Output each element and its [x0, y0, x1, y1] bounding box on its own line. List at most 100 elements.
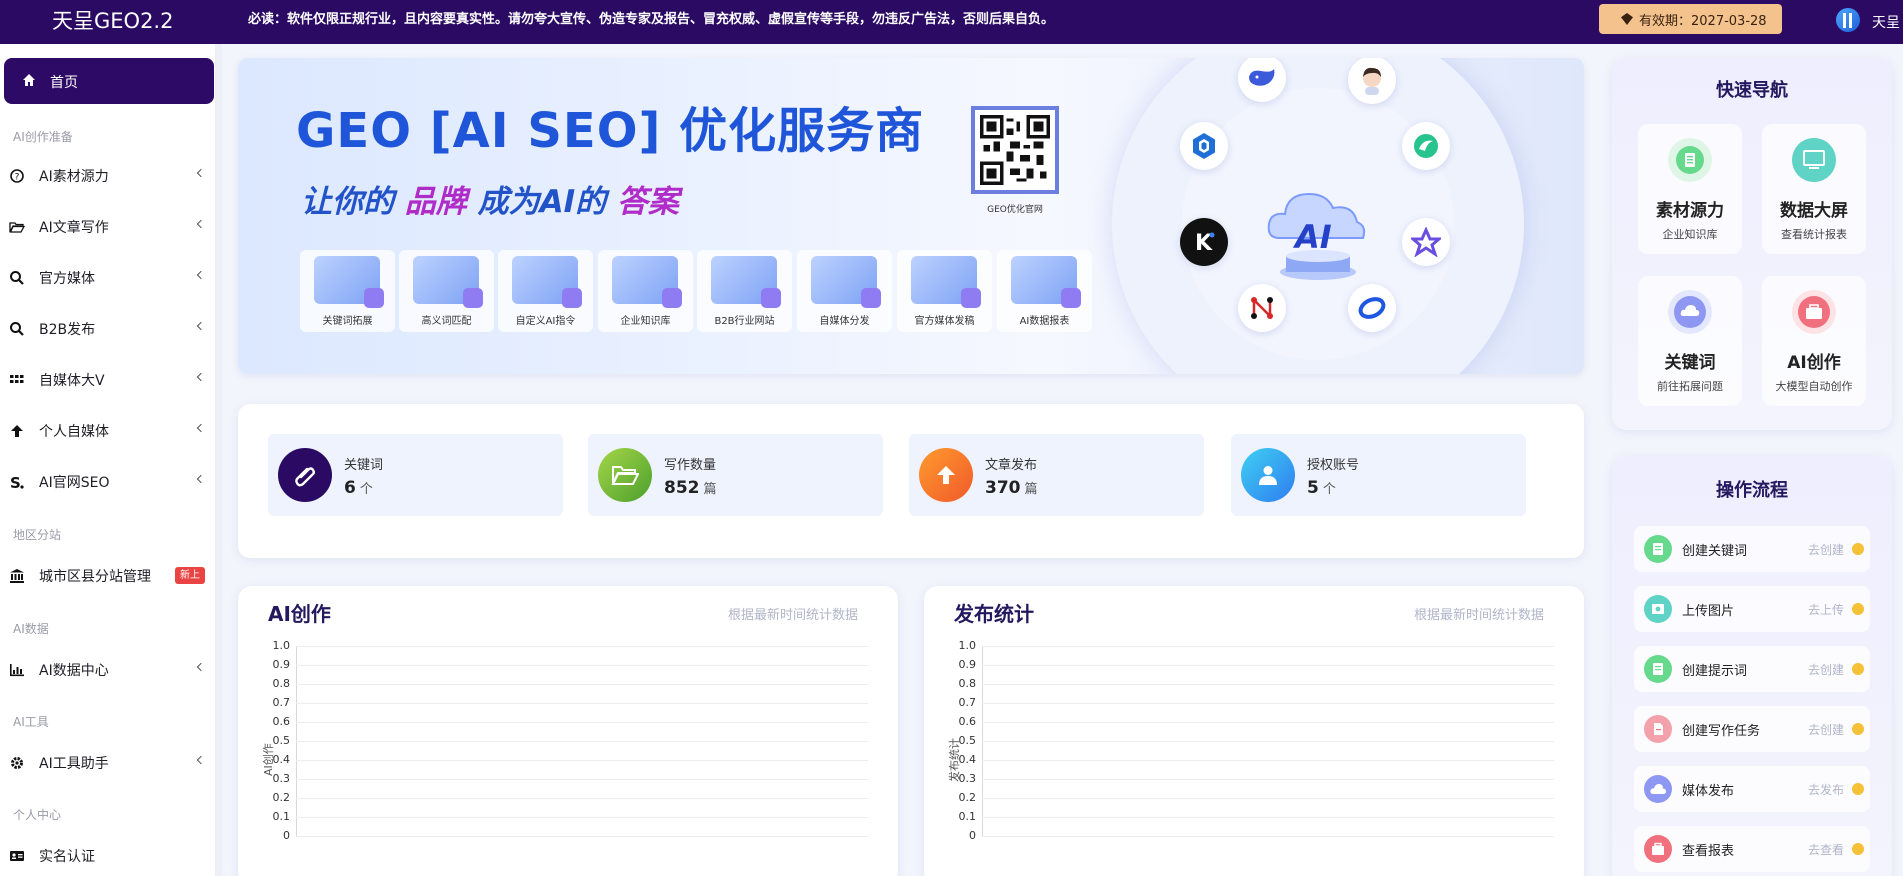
grid-line: [296, 722, 868, 723]
paperclip-icon: [278, 448, 332, 502]
feature-thumb[interactable]: 自媒体分发: [797, 250, 892, 332]
briefcase-icon: [1644, 835, 1672, 863]
document-icon: [1668, 138, 1712, 182]
sidebar-item-label: 实名认证: [39, 849, 95, 865]
sidebar-item-data-center[interactable]: AI数据中心: [0, 650, 216, 690]
sidebar-item-personal-media[interactable]: 个人自媒体: [0, 411, 216, 451]
help-circle-icon: ?: [10, 169, 24, 183]
thumb-caption: 企业知识库: [620, 316, 671, 327]
stat-keywords[interactable]: 关键词 6个: [268, 434, 563, 516]
feature-thumb[interactable]: B2B行业网站: [697, 250, 792, 332]
stat-label: 关键词: [344, 458, 384, 473]
chevron-left-icon: [196, 662, 206, 672]
people-illustration-icon: [911, 256, 981, 308]
user-name[interactable]: 天呈: [1872, 12, 1900, 32]
quick-nav-title: 快速导航: [1716, 80, 1788, 101]
stat-writing[interactable]: 写作数量 852 篇: [588, 434, 883, 516]
thumb-caption: B2B行业网站: [714, 316, 775, 327]
workflow-step-upload[interactable]: 上传图片 去上传: [1634, 586, 1870, 632]
feature-thumb[interactable]: 关键词拓展: [300, 250, 395, 332]
workflow-step-prompt[interactable]: 创建提示词 去创建: [1634, 646, 1870, 692]
quick-nav-data-screen[interactable]: 数据大屏 查看统计报表: [1762, 124, 1866, 254]
grid-line: [982, 722, 1554, 723]
sidebar-item-label: 个人自媒体: [39, 424, 109, 440]
quick-nav-keywords[interactable]: 关键词 前往拓展问题: [1638, 276, 1742, 406]
sidebar-item-home[interactable]: 首页: [4, 58, 214, 104]
grid-line: [296, 760, 868, 761]
stat-accounts[interactable]: 授权账号 5个: [1231, 434, 1526, 516]
bank-icon: [10, 569, 24, 583]
stat-value-wrap: 6个: [344, 478, 373, 498]
quick-nav-material[interactable]: 素材源力 企业知识库: [1638, 124, 1742, 254]
status-dot: [1852, 723, 1864, 735]
sidebar-item-tool-helper[interactable]: AI工具助手: [0, 743, 216, 783]
ai-creation-panel: AI创作 根据最新时间统计数据 AI创作 1.0 0.9 0.8 0.7 0.6 0.5 0…: [238, 586, 898, 876]
chevron-left-icon: [196, 168, 206, 178]
grid-line: [296, 836, 868, 837]
notice-text: 必读：软件仅限正规行业，且内容要真实性。请勿夸大宣传、伪造专家及报告、冒充权威、…: [248, 12, 1055, 27]
sidebar-item-verify[interactable]: 实名认证: [0, 836, 216, 876]
workflow-action-link[interactable]: 去创建: [1808, 721, 1844, 738]
y-tick-label: 0.9: [272, 658, 291, 671]
workflow-action-link[interactable]: 去创建: [1808, 541, 1844, 558]
workflow-label: 创建写作任务: [1682, 724, 1761, 739]
sidebar-scrollbar[interactable]: [216, 44, 222, 876]
chevron-left-icon: [196, 372, 206, 382]
sidebar-item-label: 自媒体大V: [39, 373, 105, 389]
workflow-step-publish[interactable]: 媒体发布 去发布: [1634, 766, 1870, 812]
ai-cloud-icon: AI: [1257, 168, 1379, 290]
chevron-left-icon: [196, 423, 206, 433]
stat-published[interactable]: 文章发布 370 篇: [909, 434, 1204, 516]
y-tick-label: 0.7: [272, 696, 291, 709]
grid-line: [982, 817, 1554, 818]
sidebar-item-b2b[interactable]: B2B发布: [0, 309, 216, 349]
workflow-action-link[interactable]: 去上传: [1808, 601, 1844, 618]
top-bar: 天呈GEO2.2 必读：软件仅限正规行业，且内容要真实性。请勿夸大宣传、伪造专家…: [0, 0, 1903, 44]
feature-thumb[interactable]: 自定义AI指令: [498, 250, 593, 332]
star-logo-icon: [1402, 218, 1450, 266]
sidebar-item-city-station[interactable]: 城市区县分站管理 新上: [0, 556, 216, 596]
feature-thumb[interactable]: AI数据报表: [997, 250, 1092, 332]
workflow-action-link[interactable]: 去创建: [1808, 661, 1844, 678]
y-tick-label: 0.4: [958, 753, 977, 766]
sidebar-item-material[interactable]: ? AI素材源力: [0, 156, 216, 196]
diamond-icon: [1621, 13, 1633, 25]
stat-unit: 篇: [703, 482, 717, 497]
app-logo[interactable]: 天呈GEO2.2: [52, 6, 173, 36]
grid-line: [982, 741, 1554, 742]
svg-text:?: ?: [15, 173, 20, 183]
grid-line: [982, 798, 1554, 799]
grid-icon: [10, 375, 24, 383]
grid-line: [982, 760, 1554, 761]
folder-open-icon: [9, 222, 25, 233]
sidebar-item-official-media[interactable]: 官方媒体: [0, 258, 216, 298]
sidebar-item-article[interactable]: AI文章写作: [0, 207, 216, 247]
workflow-step-task[interactable]: 创建写作任务 去创建: [1634, 706, 1870, 752]
folder-open-icon: [598, 448, 652, 502]
workflow-action-link[interactable]: 去查看: [1808, 841, 1844, 858]
y-tick-label: 0.3: [272, 772, 291, 785]
workflow-action-link[interactable]: 去发布: [1808, 781, 1844, 798]
grid-line: [296, 646, 868, 647]
user-avatar[interactable]: [1836, 8, 1860, 32]
workflow-step-report[interactable]: 查看报表 去查看: [1634, 826, 1870, 872]
y-tick-label: 0.5: [958, 734, 977, 747]
y-tick-label: 0.9: [958, 658, 977, 671]
chevron-left-icon: [196, 321, 206, 331]
y-tick-label: 1.0: [272, 639, 291, 652]
grid-line: [296, 684, 868, 685]
publish-stats-panel: 发布统计 根据最新时间统计数据 发布统计 1.0 0.9 0.8 0.7 0.6 0.5 0…: [924, 586, 1584, 876]
feature-thumb[interactable]: 企业知识库: [598, 250, 693, 332]
sidebar-item-self-media[interactable]: 自媒体大V: [0, 360, 216, 400]
feature-thumb[interactable]: 官方媒体发稿: [897, 250, 992, 332]
feature-thumb[interactable]: 高义词匹配: [399, 250, 494, 332]
status-dot: [1852, 663, 1864, 675]
expiry-badge[interactable]: 有效期：2027-03-28: [1599, 4, 1782, 34]
sidebar-item-seo[interactable]: S AI官网SEO: [0, 462, 216, 502]
hero-banner: GEO [AI SEO] 优化服务商 让你的 品牌 成为AI的 答案 GEO优化…: [238, 58, 1584, 374]
image-icon: [1644, 595, 1672, 623]
search-icon: [10, 271, 24, 285]
stat-value-wrap: 5个: [1307, 478, 1336, 498]
quick-nav-ai-creation[interactable]: AI创作 大模型自动创作: [1762, 276, 1866, 406]
workflow-step-keywords[interactable]: 创建关键词 去创建: [1634, 526, 1870, 572]
